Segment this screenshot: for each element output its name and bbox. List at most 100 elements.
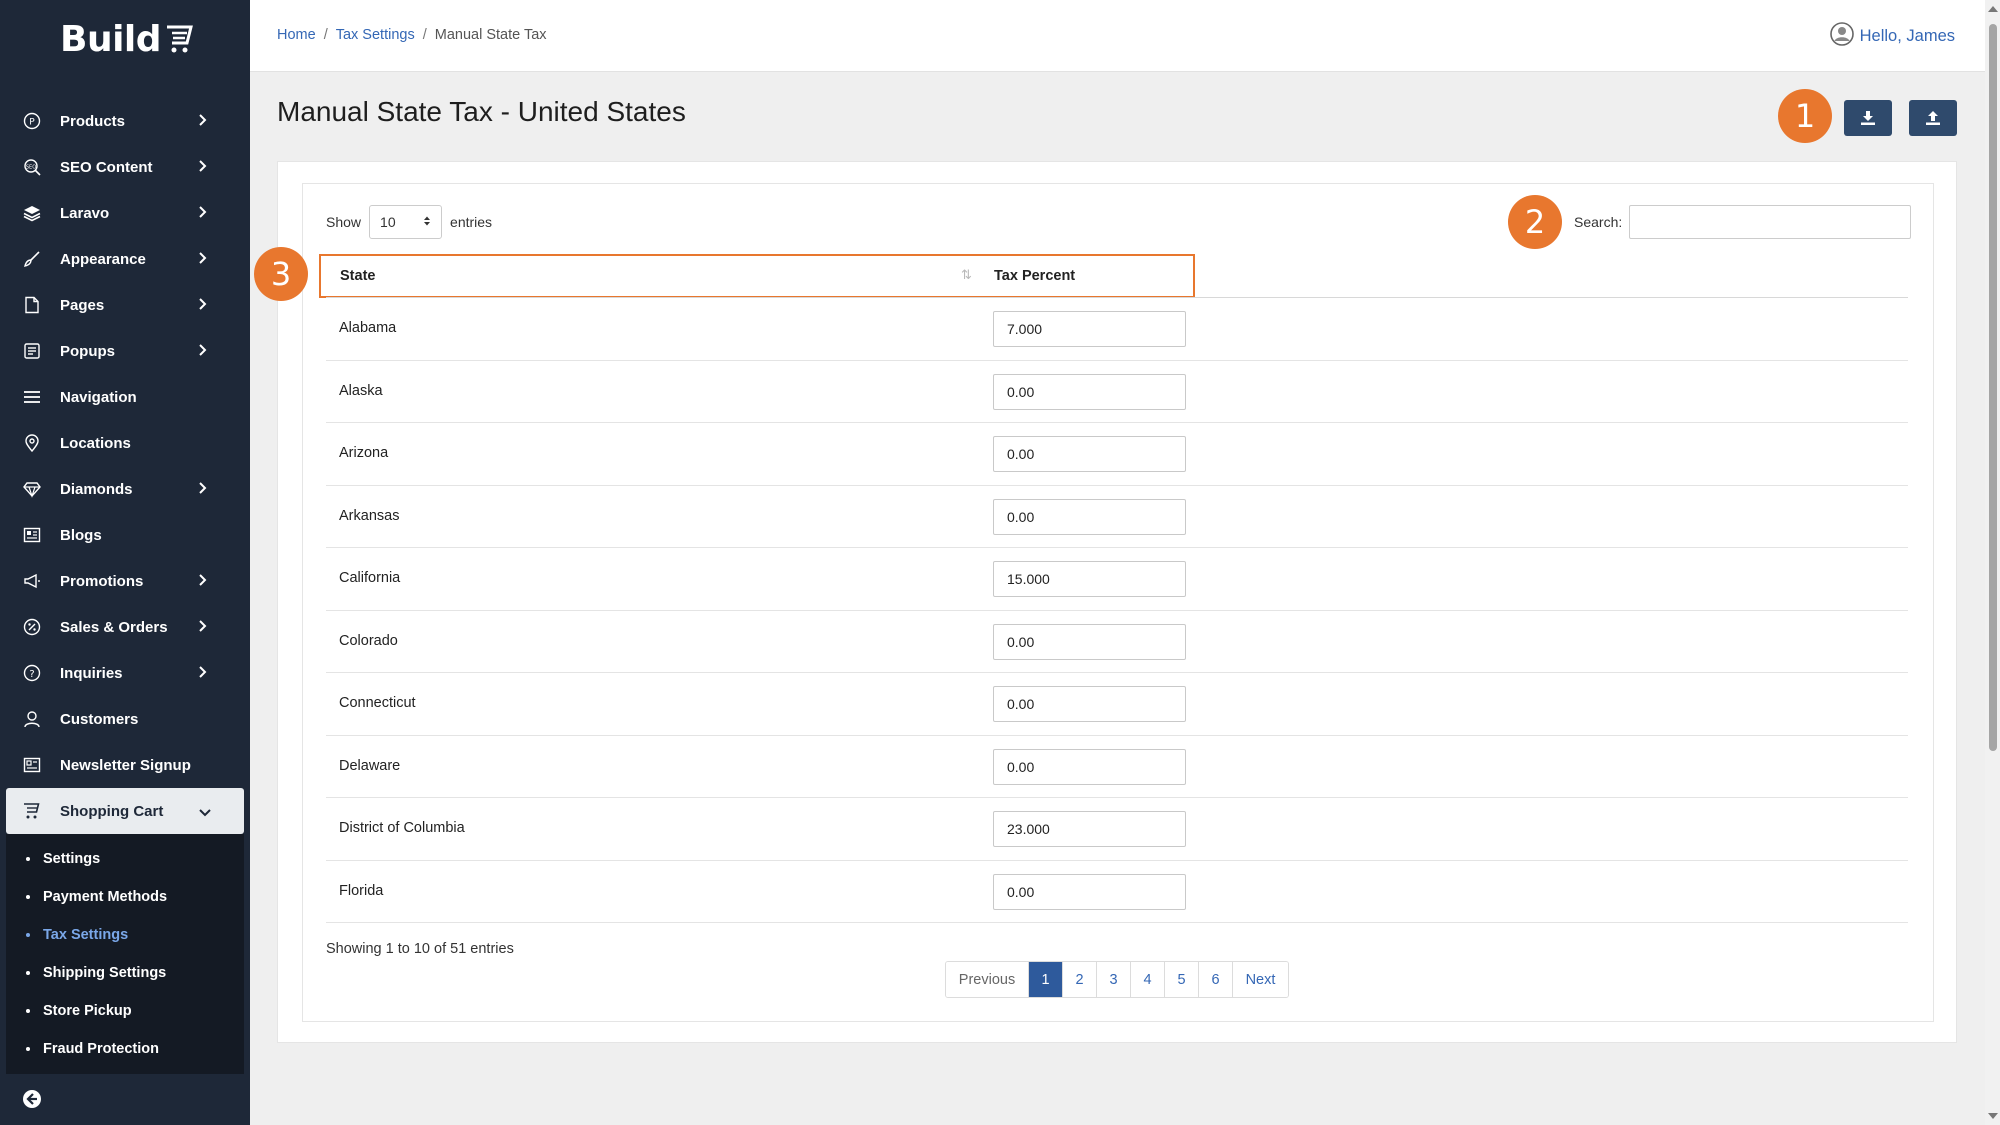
pagination-previous[interactable]: Previous: [946, 962, 1028, 997]
user-menu[interactable]: Hello, James: [1829, 22, 1955, 51]
scroll-down-arrow-icon[interactable]: [1988, 1113, 1998, 1119]
breadcrumb-home-link[interactable]: Home: [277, 27, 316, 43]
tax-percent-input[interactable]: [993, 561, 1186, 597]
column-header-tax-percent[interactable]: Tax Percent: [994, 268, 1075, 284]
table-row: Colorado: [326, 611, 1908, 673]
sidebar-item-diamonds[interactable]: Diamonds: [0, 466, 250, 512]
sidebar-item-label: Locations: [60, 434, 131, 452]
submenu-item-label: Fraud Protection: [43, 1041, 160, 1057]
pagination-next[interactable]: Next: [1232, 962, 1288, 997]
sidebar-item-newsletter-signup[interactable]: Newsletter Signup: [0, 742, 250, 788]
sidebar-item-appearance[interactable]: Appearance: [0, 236, 250, 282]
diamond-icon: [22, 479, 42, 499]
sidebar-item-seo-content[interactable]: SEO SEO Content: [0, 144, 250, 190]
scroll-up-arrow-icon[interactable]: [1988, 6, 1998, 12]
sidebar-item-label: Inquiries: [60, 664, 123, 682]
page-scrollbar[interactable]: [1985, 0, 2000, 1125]
tax-percent-input[interactable]: [993, 873, 1186, 910]
menu-icon: [22, 387, 42, 407]
submenu-item-shipping-settings[interactable]: Shipping Settings: [6, 954, 244, 992]
upload-button[interactable]: [1909, 100, 1957, 136]
chevron-right-icon: [198, 251, 208, 270]
scrollbar-thumb[interactable]: [1989, 24, 1997, 751]
tax-percent-input[interactable]: [993, 811, 1186, 847]
table-row: Alaska: [326, 361, 1908, 423]
submenu-item-label: Payment Methods: [43, 889, 168, 905]
sidebar-item-products[interactable]: P Products: [0, 98, 250, 144]
collapse-sidebar-icon[interactable]: [22, 1089, 42, 1109]
user-avatar-icon: [1829, 22, 1854, 51]
sidebar-item-promotions[interactable]: Promotions: [0, 558, 250, 604]
table-row: Connecticut: [326, 673, 1908, 736]
select-arrows-icon: [423, 214, 431, 230]
tax-percent-input[interactable]: [993, 686, 1186, 722]
tax-percent-input[interactable]: [993, 748, 1186, 785]
pagination-page-3[interactable]: 3: [1096, 962, 1130, 997]
sidebar-item-label: Sales & Orders: [60, 618, 168, 636]
search-control: Search:: [1574, 205, 1912, 239]
table-row: Florida: [326, 861, 1908, 923]
submenu-item-fraud-protection[interactable]: Fraud Protection: [6, 1030, 244, 1068]
layers-icon: [22, 203, 42, 223]
state-name: Delaware: [339, 757, 401, 774]
sidebar-item-customers[interactable]: Customers: [0, 696, 250, 742]
table-row: Arkansas: [326, 486, 1908, 548]
shopping-cart-submenu: Settings Payment Methods Tax Settings Sh…: [6, 834, 244, 1074]
state-name: Alabama: [339, 320, 397, 336]
pagination-page-2[interactable]: 2: [1062, 962, 1096, 997]
step-badge-3: 3: [254, 247, 308, 301]
tax-percent-input[interactable]: [993, 436, 1186, 472]
download-button[interactable]: [1844, 100, 1892, 136]
tax-percent-input[interactable]: [993, 373, 1186, 410]
sidebar-item-navigation[interactable]: Navigation: [0, 374, 250, 420]
submenu-item-payment-methods[interactable]: Payment Methods: [6, 878, 244, 916]
column-header-state[interactable]: State: [340, 268, 375, 284]
pagination-page-5[interactable]: 5: [1164, 962, 1198, 997]
popup-icon: [22, 341, 42, 361]
question-circle-icon: ?: [22, 663, 42, 683]
sidebar-item-locations[interactable]: Locations: [0, 420, 250, 466]
svg-text:P: P: [29, 118, 35, 128]
newsletter-icon: [22, 755, 42, 775]
pagination-page-1[interactable]: 1: [1028, 962, 1062, 997]
chevron-right-icon: [198, 573, 208, 592]
location-pin-icon: [22, 433, 42, 453]
sidebar-item-blogs[interactable]: Blogs: [0, 512, 250, 558]
logo[interactable]: Build: [60, 14, 195, 64]
sidebar-item-label: Products: [60, 112, 126, 130]
page-length-control: Show 10 entries: [326, 205, 492, 239]
sidebar-item-popups[interactable]: Popups: [0, 328, 250, 374]
user-greeting: Hello, James: [1859, 27, 1955, 45]
sidebar-item-label: Diamonds: [60, 480, 133, 498]
chevron-right-icon: [198, 159, 208, 178]
sidebar-item-label: Shopping Cart: [60, 802, 164, 820]
seo-icon: SEO: [22, 157, 42, 177]
state-name: Arkansas: [339, 507, 400, 524]
sidebar-item-shopping-cart[interactable]: Shopping Cart: [6, 788, 244, 834]
bullet-icon: [26, 971, 30, 975]
breadcrumb-tax-settings-link[interactable]: Tax Settings: [336, 27, 415, 43]
submenu-item-label: Shipping Settings: [43, 965, 167, 981]
search-input[interactable]: [1629, 205, 1912, 239]
tax-percent-input[interactable]: [993, 498, 1186, 535]
table-row: Arizona: [326, 423, 1908, 486]
submenu-item-tax-settings[interactable]: Tax Settings: [6, 916, 244, 954]
pagination-page-6[interactable]: 6: [1198, 962, 1232, 997]
submenu-item-store-pickup[interactable]: Store Pickup: [6, 992, 244, 1030]
svg-text:?: ?: [29, 669, 34, 680]
submenu-item-label: Tax Settings: [43, 927, 129, 943]
submenu-item-label: Settings: [43, 851, 101, 867]
sidebar-item-laravo[interactable]: Laravo: [0, 190, 250, 236]
chevron-right-icon: [198, 619, 208, 638]
sidebar-item-inquiries[interactable]: ? Inquiries: [0, 650, 250, 696]
sidebar: Build P Products SEO SEO Content Laravo …: [0, 0, 250, 1125]
page-length-select[interactable]: 10: [369, 205, 443, 239]
sidebar-item-sales-orders[interactable]: Sales & Orders: [0, 604, 250, 650]
submenu-item-settings[interactable]: Settings: [6, 840, 244, 878]
tax-percent-input[interactable]: [993, 311, 1186, 347]
sidebar-item-pages[interactable]: Pages: [0, 282, 250, 328]
pagination-page-4[interactable]: 4: [1130, 962, 1164, 997]
sort-icon[interactable]: ⇅: [961, 267, 972, 283]
tax-percent-input[interactable]: [993, 623, 1186, 660]
state-name: District of Columbia: [339, 820, 465, 836]
